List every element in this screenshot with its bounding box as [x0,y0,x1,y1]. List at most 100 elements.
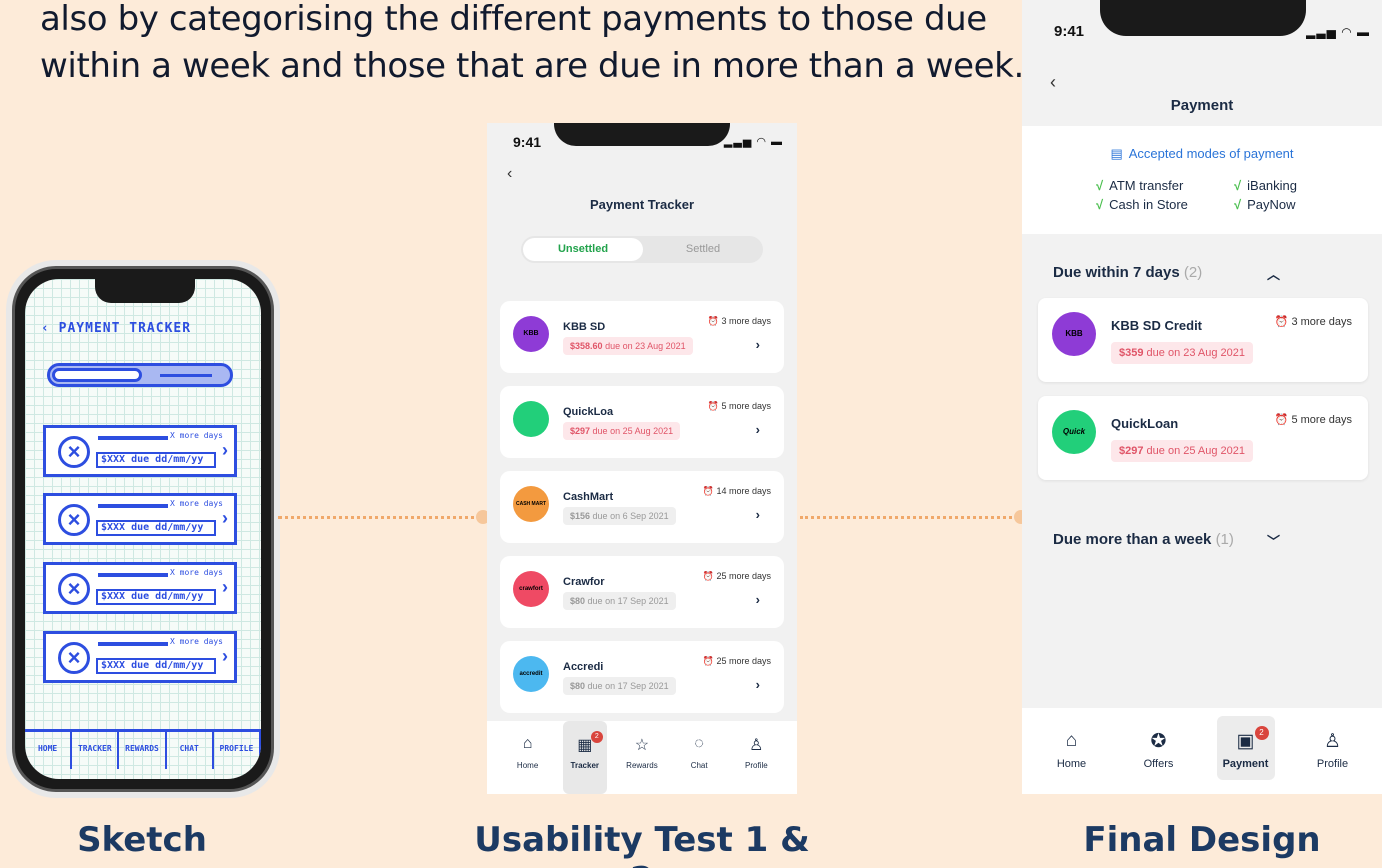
sketch-chevron-icon: › [222,577,228,597]
payment-card[interactable]: Quick QuickLoan ⏰ 5 more days $297 due o… [1038,396,1368,480]
check-icon: √ [1234,178,1242,193]
due-date: due on 6 Sep 2021 [592,511,669,521]
nav-tracker[interactable]: ▦ 2 Tracker [562,721,607,794]
settle-toggle[interactable]: Unsettled Settled [521,236,763,263]
clock-icon: ⏰ [707,316,719,326]
section-due-week[interactable]: Due within 7 days (2) [1053,264,1202,281]
notification-badge: 2 [1254,726,1269,740]
sketch-x-icon: × [58,573,90,605]
nav-offers[interactable]: ✪ Offers [1130,716,1188,780]
tab-unsettled[interactable]: Unsettled [523,238,643,261]
days-text: 25 more days [716,571,771,581]
phone-notch [1100,0,1306,36]
sketch-due: $XXX due dd/mm/yy [96,658,216,674]
sketch-days: X more days [170,499,223,508]
sketch-nav-chat: CHAT [167,732,214,769]
sketch-x-icon: × [58,504,90,536]
due-date: due on 23 Aug 2021 [605,341,686,351]
sketch-x-icon: × [58,436,90,468]
nav-label: Profile [1316,758,1349,770]
nav-label: Payment [1222,758,1269,770]
due-amount: $297 [570,426,591,436]
nav-label: Home [516,761,539,770]
payment-card[interactable]: crawfort Crawfor ⏰ 25 more days $80 due … [500,556,784,628]
clock-icon: ⏰ [702,571,714,581]
nav-rewards[interactable]: ☆ Rewards [620,721,664,794]
payment-option: √ ATM transfer [1096,178,1183,193]
due-amount: $80 [570,681,586,691]
due-amount: $297 [1119,445,1144,457]
sketch-card: × X more days $XXX due dd/mm/yy › [43,562,237,614]
lender-logo: Quick [1052,410,1096,454]
clock-icon: ⏰ [702,656,714,666]
days-left: ⏰ 3 more days [708,316,771,327]
clock-icon: ⏰ [707,401,719,411]
nav-label: Profile [745,761,768,770]
payment-card[interactable]: KBB KBB SD ⏰ 3 more days $358.60 due on … [500,301,784,373]
due-pill: $297 due on 25 Aug 2021 [563,422,681,440]
tab-settled[interactable]: Settled [645,238,761,261]
due-pill: $80 due on 17 Sep 2021 [563,677,676,695]
home-icon: ⌂ [1065,730,1078,751]
nav-home[interactable]: ⌂ Home [506,721,550,794]
days-left: ⏰ 14 more days [703,486,771,497]
chevron-right-icon[interactable]: › [756,422,760,437]
chevron-right-icon[interactable]: › [756,592,760,607]
chevron-down-icon[interactable]: ﹀ [1267,531,1280,550]
section-label: Due within 7 days [1053,264,1180,281]
sketch-screen: ‹ PAYMENT TRACKER × X more days $XXX due d… [25,279,261,779]
caption-usability: Usability Test 1 & 2 [474,820,810,868]
due-date: due on 17 Sep 2021 [587,681,669,691]
usability-phone: 9:41 ▂▃▅ ◠ ▬ ‹ Payment Tracker Unsettled… [487,123,797,794]
sketch-nav-home: HOME [25,732,73,769]
accepted-heading: ▤ Accepted modes of payment [1022,146,1382,162]
phone-notch [554,123,730,146]
sketch-notch [95,279,195,303]
chevron-right-icon[interactable]: › [756,507,760,522]
option-label: Cash in Store [1109,197,1188,212]
connector-dots [800,516,1018,519]
clock-icon: ⏰ [1274,316,1289,328]
lender-name: CashMart [563,491,614,503]
nav-home[interactable]: ⌂ Home [1043,716,1101,780]
due-date: due on 23 Aug 2021 [1146,347,1246,359]
nav-label: Home [1056,758,1087,770]
payment-card[interactable]: QuickLoa ⏰ 5 more days $297 due on 25 Au… [500,386,784,458]
days-left: ⏰ 5 more days [708,401,771,412]
nav-label: Offers [1143,758,1174,770]
payment-card[interactable]: CASH MART CashMart ⏰ 14 more days $156 d… [500,471,784,543]
payment-card[interactable]: KBB KBB SD Credit ⏰ 3 more days $359 due… [1038,298,1368,382]
nav-profile[interactable]: ♙ Profile [1304,716,1362,780]
check-icon: √ [1096,178,1104,193]
lender-logo: crawfort [513,571,549,607]
days-text: 3 more days [1291,316,1352,328]
chevron-up-icon[interactable]: ︿ [1267,264,1280,283]
days-left: ⏰ 25 more days [703,656,771,667]
sketch-chevron-icon: › [222,508,228,528]
due-amount: $358.60 [570,341,603,351]
back-icon[interactable]: ‹ [507,165,512,183]
payment-card[interactable]: accredit Accredi ⏰ 25 more days $80 due … [500,641,784,713]
nav-chat[interactable]: ◌ Chat [677,721,721,794]
chevron-right-icon[interactable]: › [756,677,760,692]
option-label: ATM transfer [1109,178,1184,193]
section-count: (1) [1215,531,1234,548]
back-icon[interactable]: ‹ [1050,72,1056,93]
nav-profile[interactable]: ♙ Profile [734,721,778,794]
sketch-chevron-icon: › [222,440,228,460]
accepted-title: Accepted modes of payment [1128,146,1294,161]
sketch-due: $XXX due dd/mm/yy [96,452,216,468]
due-amount: $156 [570,511,591,521]
days-left: ⏰ 3 more days [1275,315,1352,328]
section-due-later[interactable]: Due more than a week (1) [1053,531,1234,548]
chevron-right-icon[interactable]: › [756,337,760,352]
signal-icon: ▂▃▅ ◠ ▬ [723,136,783,148]
nav-payment[interactable]: ▣ 2 Payment [1216,716,1275,780]
due-pill: $297 due on 25 Aug 2021 [1111,440,1254,462]
days-text: 25 more days [716,656,771,666]
caption-final: Final Design [1083,820,1321,860]
due-date: due on 25 Aug 2021 [592,426,674,436]
chat-icon: ◌ [694,735,704,752]
accepted-payments: ▤ Accepted modes of payment √ ATM transfer… [1022,126,1382,234]
lender-name: Accredi [563,661,604,673]
